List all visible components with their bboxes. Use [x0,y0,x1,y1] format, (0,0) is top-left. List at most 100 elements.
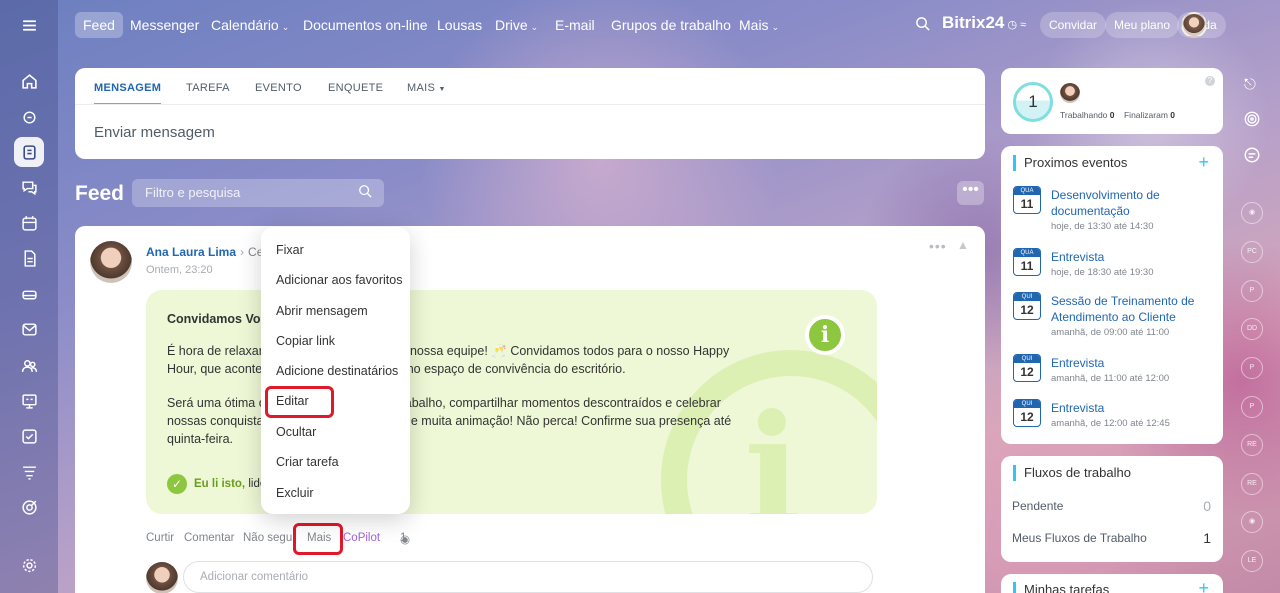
menu-item-add-recipients[interactable]: Adicione destinatários [276,364,398,378]
status-labels: Trabalhando 0 Finalizaram 0 [1060,110,1176,120]
unfollow-button[interactable]: Não segui [243,532,295,544]
search-icon[interactable] [358,184,372,201]
calendar-icon[interactable] [14,208,44,238]
pin-icon[interactable]: ▲ [957,238,969,252]
nav-workgroups[interactable]: Grupos de trabalho [603,12,739,38]
filter-icon[interactable] [14,457,44,487]
tab-message[interactable]: MENSAGEM [94,82,162,105]
marketing-icon[interactable] [14,492,44,522]
info-icon: i [805,315,845,355]
mail-icon[interactable] [14,314,44,344]
recent-chat-avatar[interactable]: P [1241,280,1263,302]
upcoming-events-widget: Proximos eventos + QUA 11 Desenvolvimento… [1001,146,1223,444]
menu-item-copy-link[interactable]: Copiar link [276,334,335,348]
comment-input[interactable]: Adicionar comentário [183,561,873,593]
chat-bubble-icon[interactable] [1243,146,1261,169]
settings-icon[interactable] [14,550,44,580]
nav-email[interactable]: E-mail [547,12,603,38]
drive-icon[interactable] [14,279,44,309]
invite-button[interactable]: Convidar [1040,12,1107,38]
author-avatar[interactable] [90,241,132,283]
work-status-counter[interactable]: 1 [1013,82,1053,122]
feed-icon[interactable] [14,137,44,167]
fingerprint-icon[interactable] [1243,110,1261,133]
menu-item-add-favorites[interactable]: Adicionar aos favoritos [276,273,402,287]
recent-chat-avatar[interactable]: P [1241,396,1263,418]
message-input[interactable]: Enviar mensagem [94,124,215,141]
bell-icon[interactable]: ⎋ [1244,76,1256,93]
chat-icon[interactable] [14,172,44,202]
tab-more[interactable]: MAIS ▼ [407,82,446,94]
event-name[interactable]: Entrevista [1051,400,1201,416]
board-icon[interactable] [14,386,44,416]
top-navigation: Feed Messenger Calendário ⌄ Documentos on… [58,0,1280,50]
groups-icon[interactable] [14,350,44,380]
calendar-date-icon: QUI 12 [1013,292,1041,320]
chevron-down-icon: ⌄ [281,22,290,32]
event-name[interactable]: Entrevista [1051,355,1201,371]
feed-search-input[interactable]: Filtro e pesquisa [132,179,384,207]
menu-item-pin[interactable]: Fixar [276,243,304,257]
my-tasks-title[interactable]: Minhas tarefas [1013,582,1109,593]
recent-chat-avatar[interactable]: RE [1241,434,1263,456]
feed-options-button[interactable]: ••• [957,181,984,205]
copilot-button[interactable]: CoPilot [343,532,380,544]
post-more-icon[interactable]: ••• [929,238,947,254]
recent-chat-avatar[interactable]: DD [1241,318,1263,340]
add-event-button[interactable]: + [1198,152,1209,173]
nav-workgroups-label: Grupos de trabalho [611,17,731,33]
tab-event[interactable]: EVENTO [255,82,302,94]
event-name[interactable]: Sessão de Treinamento de Atendimento ao … [1051,293,1201,325]
workflows-pending-row[interactable]: Pendente 0 [1012,498,1211,514]
add-task-button[interactable]: + [1198,578,1209,593]
copilot-icon[interactable] [14,102,44,132]
copilot-chat-icon[interactable]: ◉ [1241,511,1263,533]
search-icon[interactable] [915,16,930,36]
menu-item-delete[interactable]: Excluir [276,486,314,500]
nav-calendar-label: Calendário [211,17,279,33]
menu-item-hide[interactable]: Ocultar [276,425,316,439]
tasks-icon[interactable] [14,421,44,451]
feed-search-placeholder: Filtro e pesquisa [145,185,241,200]
brand-logo: Bitrix24 ◷ ≈ [942,13,1027,32]
menu-icon[interactable] [14,10,44,40]
event-name[interactable]: Entrevista [1051,249,1201,265]
workflows-title[interactable]: Fluxos de trabalho [1013,465,1131,481]
event-name[interactable]: Desenvolvimento de documentação [1051,187,1201,219]
recent-chat-avatar[interactable]: RE [1241,473,1263,495]
status-user-avatar[interactable] [1060,83,1080,103]
user-avatar[interactable] [1181,12,1207,38]
recent-chat-avatar[interactable]: LE [1241,550,1263,572]
nav-more[interactable]: Mais ⌄ [731,12,787,38]
my-plan-button[interactable]: Meu plano [1105,12,1180,38]
nav-calendar[interactable]: Calendário ⌄ [203,12,297,38]
my-tasks-widget: Minhas tarefas + [1001,574,1223,593]
menu-item-open-message[interactable]: Abrir mensagem [276,304,368,318]
help-icon[interactable]: ? [1205,76,1215,86]
tab-poll[interactable]: ENQUETE [328,82,383,94]
copilot-icon[interactable]: ◉ [1241,202,1263,224]
workflows-mine-row[interactable]: Meus Fluxos de Trabalho 1 [1012,530,1211,546]
nav-drive[interactable]: Drive ⌄ [487,12,546,38]
recent-chat-avatar[interactable]: PC [1241,241,1263,263]
post-time[interactable]: Ontem, 23:20 [146,264,213,276]
author-name[interactable]: Ana Laura Lima [146,245,236,259]
tab-more-label: MAIS [407,82,436,94]
composer-divider [75,104,985,105]
commenter-avatar [146,562,178,593]
nav-messenger[interactable]: Messenger [122,12,207,38]
nav-boards[interactable]: Lousas [429,12,490,38]
document-icon[interactable] [14,243,44,273]
events-title[interactable]: Proximos eventos [1013,155,1127,171]
comment-button[interactable]: Comentar [184,532,235,544]
tab-task[interactable]: TAREFA [186,82,230,94]
home-icon[interactable] [14,66,44,96]
calendar-date-icon: QUI 12 [1013,354,1041,382]
like-button[interactable]: Curtir [146,532,174,544]
nav-documents[interactable]: Documentos on-line [295,12,436,38]
nav-messenger-label: Messenger [130,17,200,33]
nav-feed[interactable]: Feed [75,12,123,38]
read-confirmation[interactable]: Eu li isto, lido [194,478,266,490]
recent-chat-avatar[interactable]: P [1241,357,1263,379]
menu-item-create-task[interactable]: Criar tarefa [276,455,339,469]
